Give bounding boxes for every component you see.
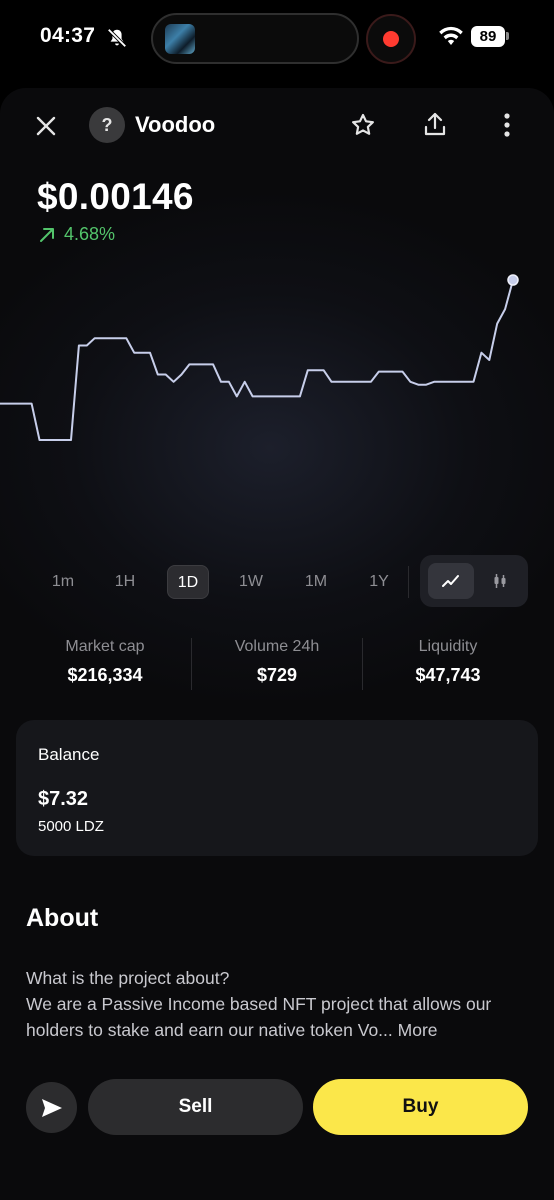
screen-record-indicator[interactable] bbox=[366, 14, 416, 64]
tf-1h[interactable]: 1H bbox=[104, 565, 146, 599]
status-bar: 04:37 89 bbox=[0, 0, 554, 76]
tf-1w[interactable]: 1W bbox=[230, 565, 272, 599]
balance-amount: 5000 LDZ bbox=[38, 818, 104, 835]
buy-button[interactable]: Buy bbox=[313, 1079, 528, 1135]
share-icon bbox=[424, 112, 446, 136]
token-name: Voodoo bbox=[135, 112, 216, 137]
timeframe-divider bbox=[408, 566, 409, 598]
about-description: What is the project about? We are a Pass… bbox=[26, 965, 531, 1043]
price-series-line bbox=[0, 279, 514, 441]
status-time: 04:37 bbox=[40, 24, 96, 47]
volume-value: $729 bbox=[256, 665, 298, 685]
volume-stat: Volume 24h $729 bbox=[192, 638, 362, 686]
price-change-value: 4.68% bbox=[64, 224, 116, 244]
send-icon bbox=[41, 1098, 62, 1117]
candlestick-icon bbox=[494, 574, 506, 588]
token-avatar: ? bbox=[89, 107, 125, 143]
content-fade bbox=[0, 1040, 554, 1080]
dynamic-island[interactable] bbox=[151, 13, 359, 64]
more-vertical-icon bbox=[504, 113, 510, 137]
price-current-point bbox=[507, 274, 519, 286]
candlestick-button[interactable] bbox=[480, 563, 520, 599]
price-change: 4.68% bbox=[38, 224, 115, 245]
tf-1m[interactable]: 1m bbox=[42, 565, 84, 599]
liquidity-label: Liquidity bbox=[418, 638, 478, 655]
screen-record-icon bbox=[383, 31, 399, 47]
battery-icon: 89 bbox=[471, 26, 505, 47]
about-summary: We are a Passive Income based NFT projec… bbox=[26, 991, 531, 1043]
tf-1d[interactable]: 1D bbox=[167, 565, 209, 599]
chart-mode-toggle bbox=[420, 555, 528, 607]
share-button[interactable] bbox=[420, 108, 450, 140]
wifi-icon bbox=[439, 26, 463, 45]
close-icon bbox=[36, 116, 56, 136]
about-more-link[interactable]: More bbox=[398, 1020, 438, 1040]
market-cap-stat: Market cap $216,334 bbox=[20, 638, 190, 686]
close-button[interactable] bbox=[30, 110, 62, 142]
line-chart-icon bbox=[442, 575, 459, 587]
liquidity-stat: Liquidity $47,743 bbox=[363, 638, 533, 686]
send-button[interactable] bbox=[26, 1082, 77, 1133]
battery-tip bbox=[506, 32, 509, 40]
balance-title: Balance bbox=[38, 745, 100, 764]
price-chart[interactable] bbox=[0, 260, 554, 460]
about-question: What is the project about? bbox=[26, 968, 230, 988]
favorite-button[interactable] bbox=[348, 110, 378, 140]
about-title: About bbox=[26, 904, 99, 932]
volume-label: Volume 24h bbox=[234, 638, 320, 655]
sell-button[interactable]: Sell bbox=[88, 1079, 303, 1135]
market-cap-value: $216,334 bbox=[67, 665, 143, 685]
arrow-up-right-icon bbox=[40, 227, 54, 242]
tf-1y[interactable]: 1Y bbox=[358, 565, 400, 599]
star-icon bbox=[352, 113, 374, 135]
balance-card[interactable]: Balance $7.32 5000 LDZ bbox=[16, 720, 538, 856]
token-price: $0.00146 bbox=[37, 176, 194, 217]
market-cap-label: Market cap bbox=[65, 638, 145, 655]
liquidity-value: $47,743 bbox=[415, 665, 481, 685]
bell-muted-icon bbox=[107, 28, 127, 48]
more-button[interactable] bbox=[495, 110, 519, 140]
line-chart-button[interactable] bbox=[428, 563, 474, 599]
balance-usd: $7.32 bbox=[38, 788, 89, 810]
tf-1mo[interactable]: 1M bbox=[295, 565, 337, 599]
now-playing-thumbnail bbox=[165, 24, 195, 54]
